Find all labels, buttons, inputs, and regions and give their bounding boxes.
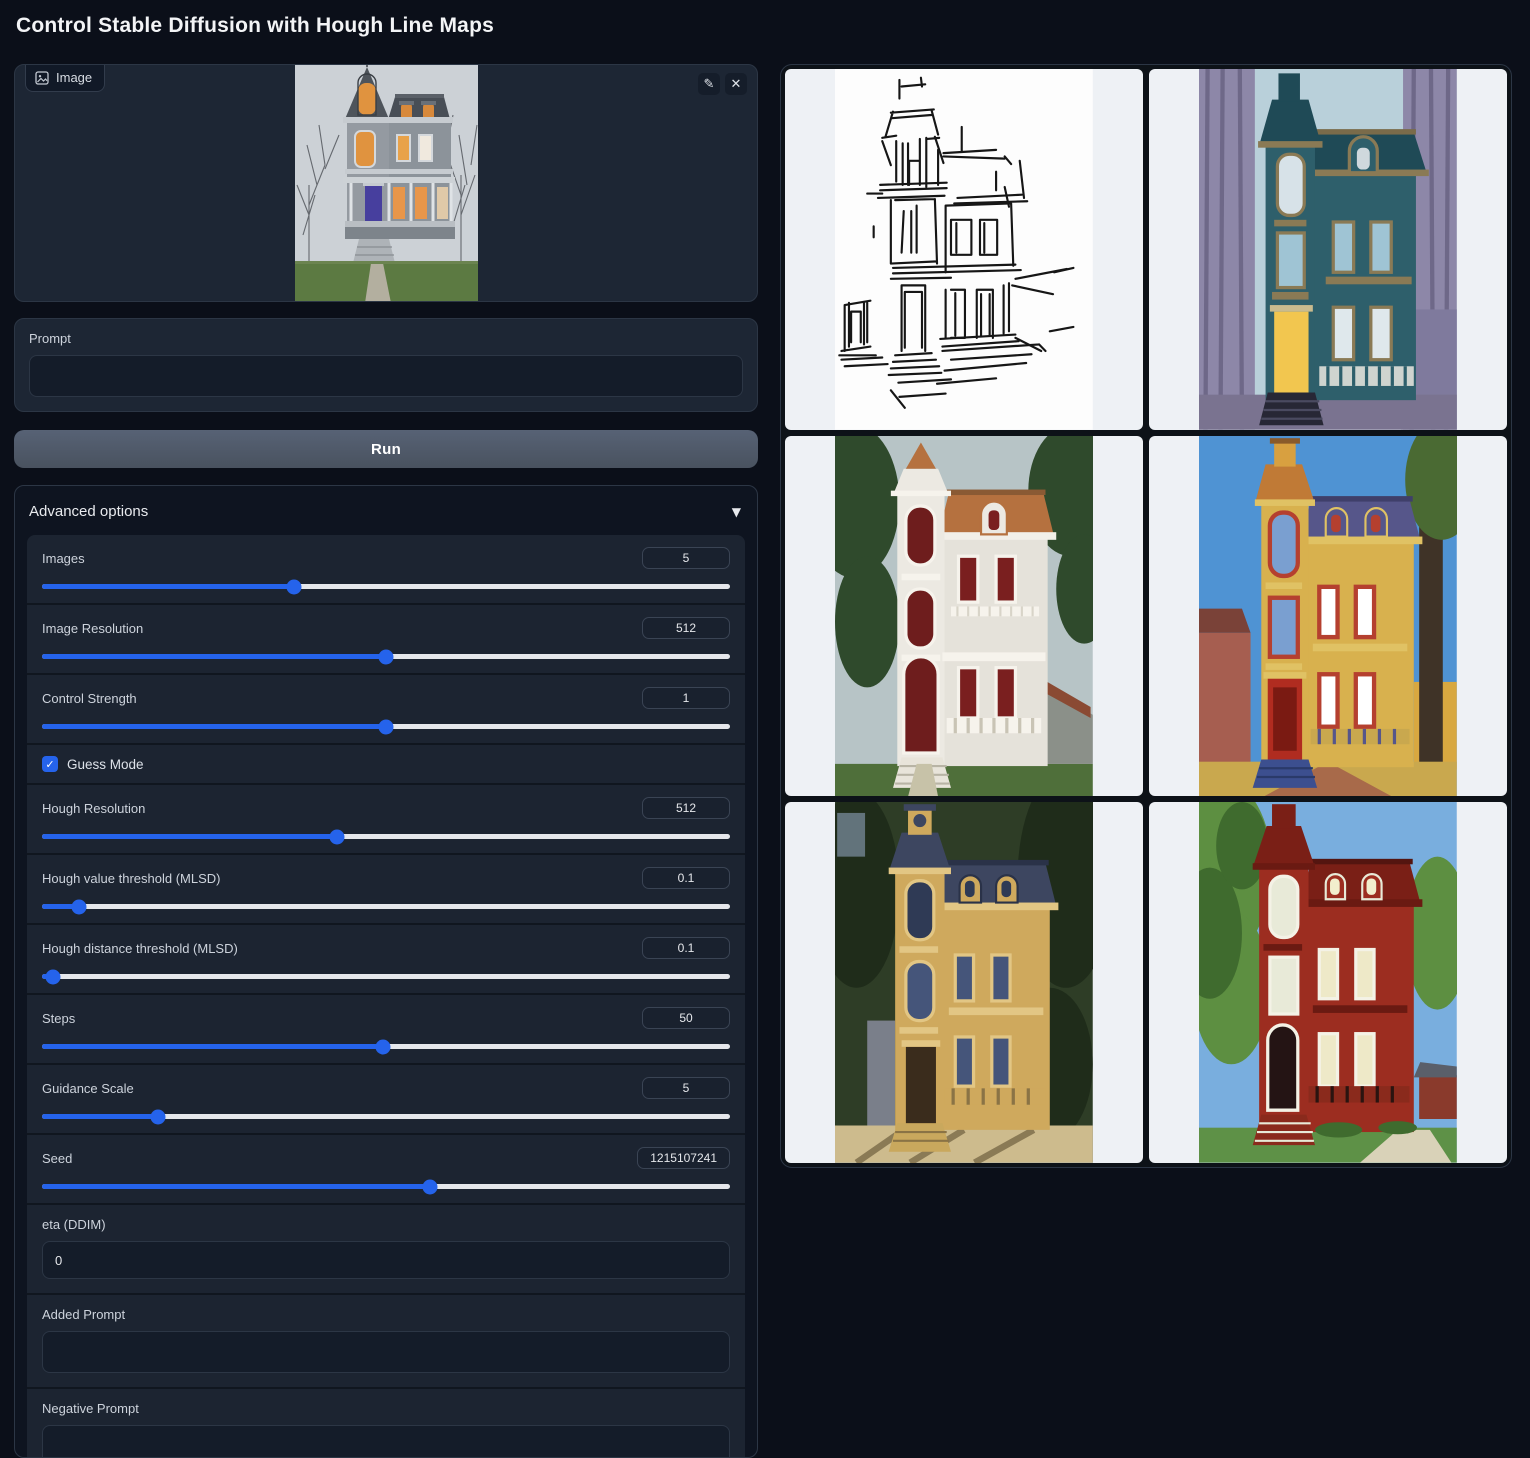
slider-track[interactable] xyxy=(42,654,730,659)
slider-track[interactable] xyxy=(42,1114,730,1119)
advanced-options-panel: Advanced options ▼ Images 5 Image Resolu… xyxy=(14,485,758,1458)
image-label: Image xyxy=(56,70,92,85)
slider-label: Hough distance threshold (MLSD) xyxy=(42,941,238,956)
guess-mode-label: Guess Mode xyxy=(67,757,144,772)
gallery-item-gold-house[interactable] xyxy=(785,802,1143,1163)
slider-handle[interactable] xyxy=(46,969,61,984)
slider-value-input[interactable]: 0.1 xyxy=(642,937,730,959)
slider-handle[interactable] xyxy=(376,1039,391,1054)
eta-label: eta (DDIM) xyxy=(42,1217,730,1232)
slider-value-input[interactable]: 512 xyxy=(642,617,730,639)
slider-handle[interactable] xyxy=(423,1179,438,1194)
slider-handle[interactable] xyxy=(330,829,345,844)
slider-handle[interactable] xyxy=(379,719,394,734)
slider-fill xyxy=(42,1044,383,1049)
output-gallery xyxy=(780,64,1512,1168)
image-label-badge: Image xyxy=(25,65,105,92)
slider-image-resolution: Image Resolution 512 xyxy=(27,605,745,675)
controls-column: Image ✎ ✕ xyxy=(14,64,758,1458)
slider-images: Images 5 xyxy=(27,535,745,605)
slider-label: Hough value threshold (MLSD) xyxy=(42,871,220,886)
negative-prompt-input[interactable] xyxy=(42,1425,730,1458)
slider-control-strength: Control Strength 1 xyxy=(27,675,745,745)
slider-track[interactable] xyxy=(42,724,730,729)
uploaded-house-photo[interactable] xyxy=(295,65,478,302)
guess-mode-checkbox[interactable]: ✓ xyxy=(42,756,58,772)
edit-image-button[interactable]: ✎ xyxy=(698,73,720,95)
advanced-options-title: Advanced options xyxy=(29,503,148,520)
slider-value-input[interactable]: 1 xyxy=(642,687,730,709)
gallery-item-yellow-house[interactable] xyxy=(1149,436,1507,797)
guess-mode-row: ✓ Guess Mode xyxy=(27,745,745,785)
slider-guidance-scale: Guidance Scale 5 xyxy=(27,1065,745,1135)
slider-track[interactable] xyxy=(42,834,730,839)
prompt-input[interactable] xyxy=(29,355,743,397)
gallery-item-red-house[interactable] xyxy=(1149,802,1507,1163)
gallery-item-white-house[interactable] xyxy=(785,436,1143,797)
slider-value-input[interactable]: 5 xyxy=(642,1077,730,1099)
slider-handle[interactable] xyxy=(151,1109,166,1124)
gallery-item-teal-house[interactable] xyxy=(1149,69,1507,430)
slider-handle[interactable] xyxy=(379,649,394,664)
image-icon xyxy=(35,71,49,85)
advanced-options-header[interactable]: Advanced options ▼ xyxy=(15,486,757,535)
slider-label: Hough Resolution xyxy=(42,801,145,816)
slider-handle[interactable] xyxy=(72,899,87,914)
eta-field: eta (DDIM) xyxy=(27,1205,745,1295)
run-button[interactable]: Run xyxy=(14,430,758,468)
prompt-panel: Prompt xyxy=(14,318,758,412)
slider-fill xyxy=(42,1114,158,1119)
slider-label: Images xyxy=(42,551,85,566)
slider-handle[interactable] xyxy=(286,579,301,594)
chevron-down-icon: ▼ xyxy=(732,505,741,519)
input-image-panel[interactable]: Image ✎ ✕ xyxy=(14,64,758,302)
slider-fill xyxy=(42,1184,430,1189)
slider-value-input[interactable]: 50 xyxy=(642,1007,730,1029)
negative-prompt-field: Negative Prompt xyxy=(27,1389,745,1458)
slider-label: Image Resolution xyxy=(42,621,143,636)
slider-steps: Steps 50 xyxy=(27,995,745,1065)
edit-icon: ✎ xyxy=(704,77,715,92)
slider-fill xyxy=(42,834,337,839)
page-title: Control Stable Diffusion with Hough Line… xyxy=(16,14,494,38)
slider-hough-distance-threshold: Hough distance threshold (MLSD) 0.1 xyxy=(27,925,745,995)
slider-track[interactable] xyxy=(42,974,730,979)
slider-value-input[interactable]: 5 xyxy=(642,547,730,569)
slider-label: Seed xyxy=(42,1151,72,1166)
slider-track[interactable] xyxy=(42,1184,730,1189)
slider-label: Steps xyxy=(42,1011,75,1026)
slider-hough-resolution: Hough Resolution 512 xyxy=(27,785,745,855)
slider-label: Control Strength xyxy=(42,691,137,706)
close-icon: ✕ xyxy=(731,77,742,92)
added-prompt-input[interactable] xyxy=(42,1331,730,1373)
slider-value-input[interactable]: 512 xyxy=(642,797,730,819)
slider-label: Guidance Scale xyxy=(42,1081,134,1096)
slider-fill xyxy=(42,584,294,589)
added-prompt-field: Added Prompt xyxy=(27,1295,745,1389)
slider-track[interactable] xyxy=(42,904,730,909)
slider-hough-value-threshold: Hough value threshold (MLSD) 0.1 xyxy=(27,855,745,925)
slider-value-input[interactable]: 0.1 xyxy=(642,867,730,889)
slider-seed: Seed 1215107241 xyxy=(27,1135,745,1205)
prompt-label: Prompt xyxy=(29,331,743,346)
check-icon: ✓ xyxy=(45,758,54,771)
gallery-item-hough-line-map[interactable] xyxy=(785,69,1143,430)
eta-input[interactable] xyxy=(42,1241,730,1279)
added-prompt-label: Added Prompt xyxy=(42,1307,730,1322)
slider-fill xyxy=(42,654,386,659)
negative-prompt-label: Negative Prompt xyxy=(42,1401,730,1416)
clear-image-button[interactable]: ✕ xyxy=(725,73,747,95)
slider-value-input[interactable]: 1215107241 xyxy=(637,1147,730,1169)
slider-track[interactable] xyxy=(42,584,730,589)
slider-fill xyxy=(42,724,386,729)
slider-track[interactable] xyxy=(42,1044,730,1049)
